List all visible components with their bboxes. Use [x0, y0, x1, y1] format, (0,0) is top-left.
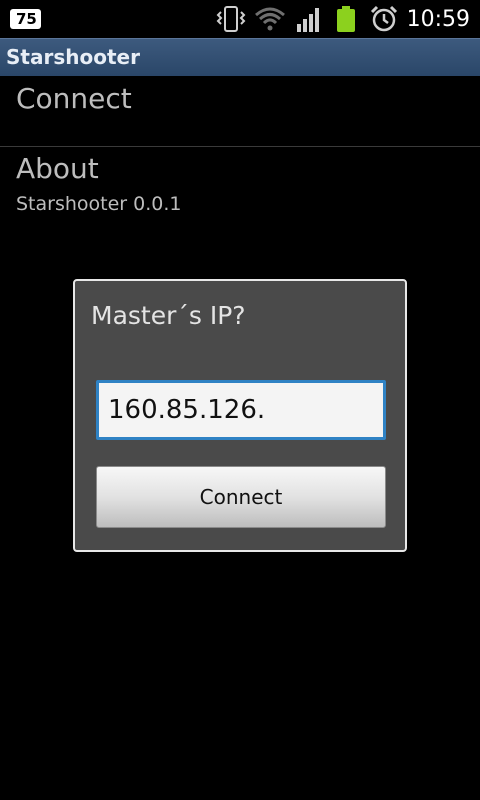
notification-count-badge: 75: [10, 9, 41, 29]
status-clock: 10:59: [406, 6, 470, 32]
vibrate-icon: [215, 0, 247, 38]
ip-dialog: Master´s IP? 160.85.126. Connect: [73, 279, 407, 552]
dialog-title: Master´s IP?: [91, 301, 246, 330]
pref-title-about: About: [16, 152, 99, 185]
ip-address-input[interactable]: 160.85.126.: [96, 380, 386, 440]
app-title: Starshooter: [6, 45, 140, 69]
pref-item-connect[interactable]: Connect: [0, 76, 480, 146]
status-bar: 75 10:59: [0, 0, 480, 38]
battery-icon: [335, 0, 357, 38]
app-title-bar: Starshooter: [0, 38, 480, 76]
wifi-icon: [254, 0, 286, 38]
alarm-icon: [369, 0, 399, 38]
pref-summary-about: Starshooter 0.0.1: [16, 193, 182, 215]
pref-item-about[interactable]: About Starshooter 0.0.1: [0, 147, 480, 227]
pref-title-connect: Connect: [16, 82, 132, 115]
connect-button-label: Connect: [199, 485, 283, 509]
connect-button[interactable]: Connect: [96, 466, 386, 528]
signal-icon: [295, 0, 323, 38]
